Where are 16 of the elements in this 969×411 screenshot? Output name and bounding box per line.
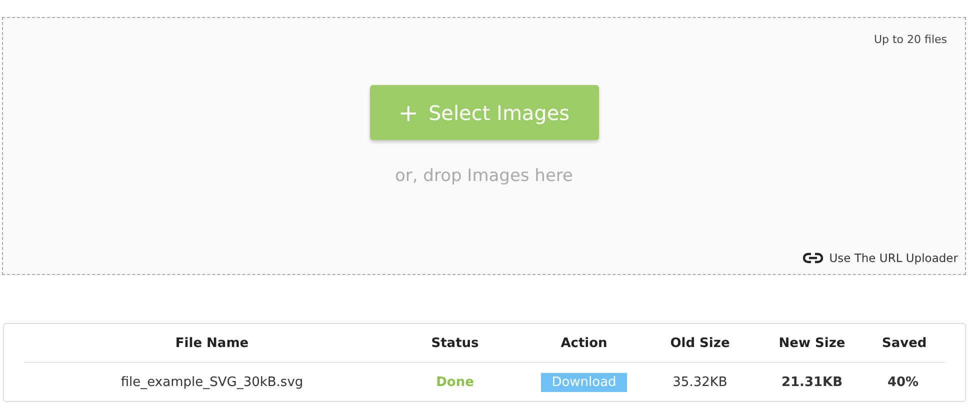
- status-cell-text: Done: [435, 374, 475, 390]
- drop-hint: or, drop Images here: [394, 166, 573, 186]
- column-header: New Size: [778, 336, 846, 350]
- column-header: Action: [560, 336, 608, 350]
- column-header: Old Size: [669, 336, 731, 350]
- file-limit-text: Up to 20 files: [874, 33, 947, 46]
- column-header: File Name: [174, 336, 250, 350]
- column-header: Saved: [882, 336, 924, 350]
- new-size-cell-text: 21.31KB: [780, 374, 844, 390]
- old-size-cell-text: 35.32KB: [672, 374, 728, 390]
- saved-cell-text: 40%: [886, 374, 920, 390]
- drop-zone[interactable]: Up to 20 files + Select Images or, drop Images here Use The URL Uploader: [2, 17, 966, 275]
- file-name-cell-text: file_example_SVG_30kB.svg: [120, 374, 304, 390]
- url-uploader-link[interactable]: Use The URL Uploader: [829, 251, 958, 265]
- column-header: Status: [430, 336, 480, 350]
- link-icon: [803, 252, 824, 264]
